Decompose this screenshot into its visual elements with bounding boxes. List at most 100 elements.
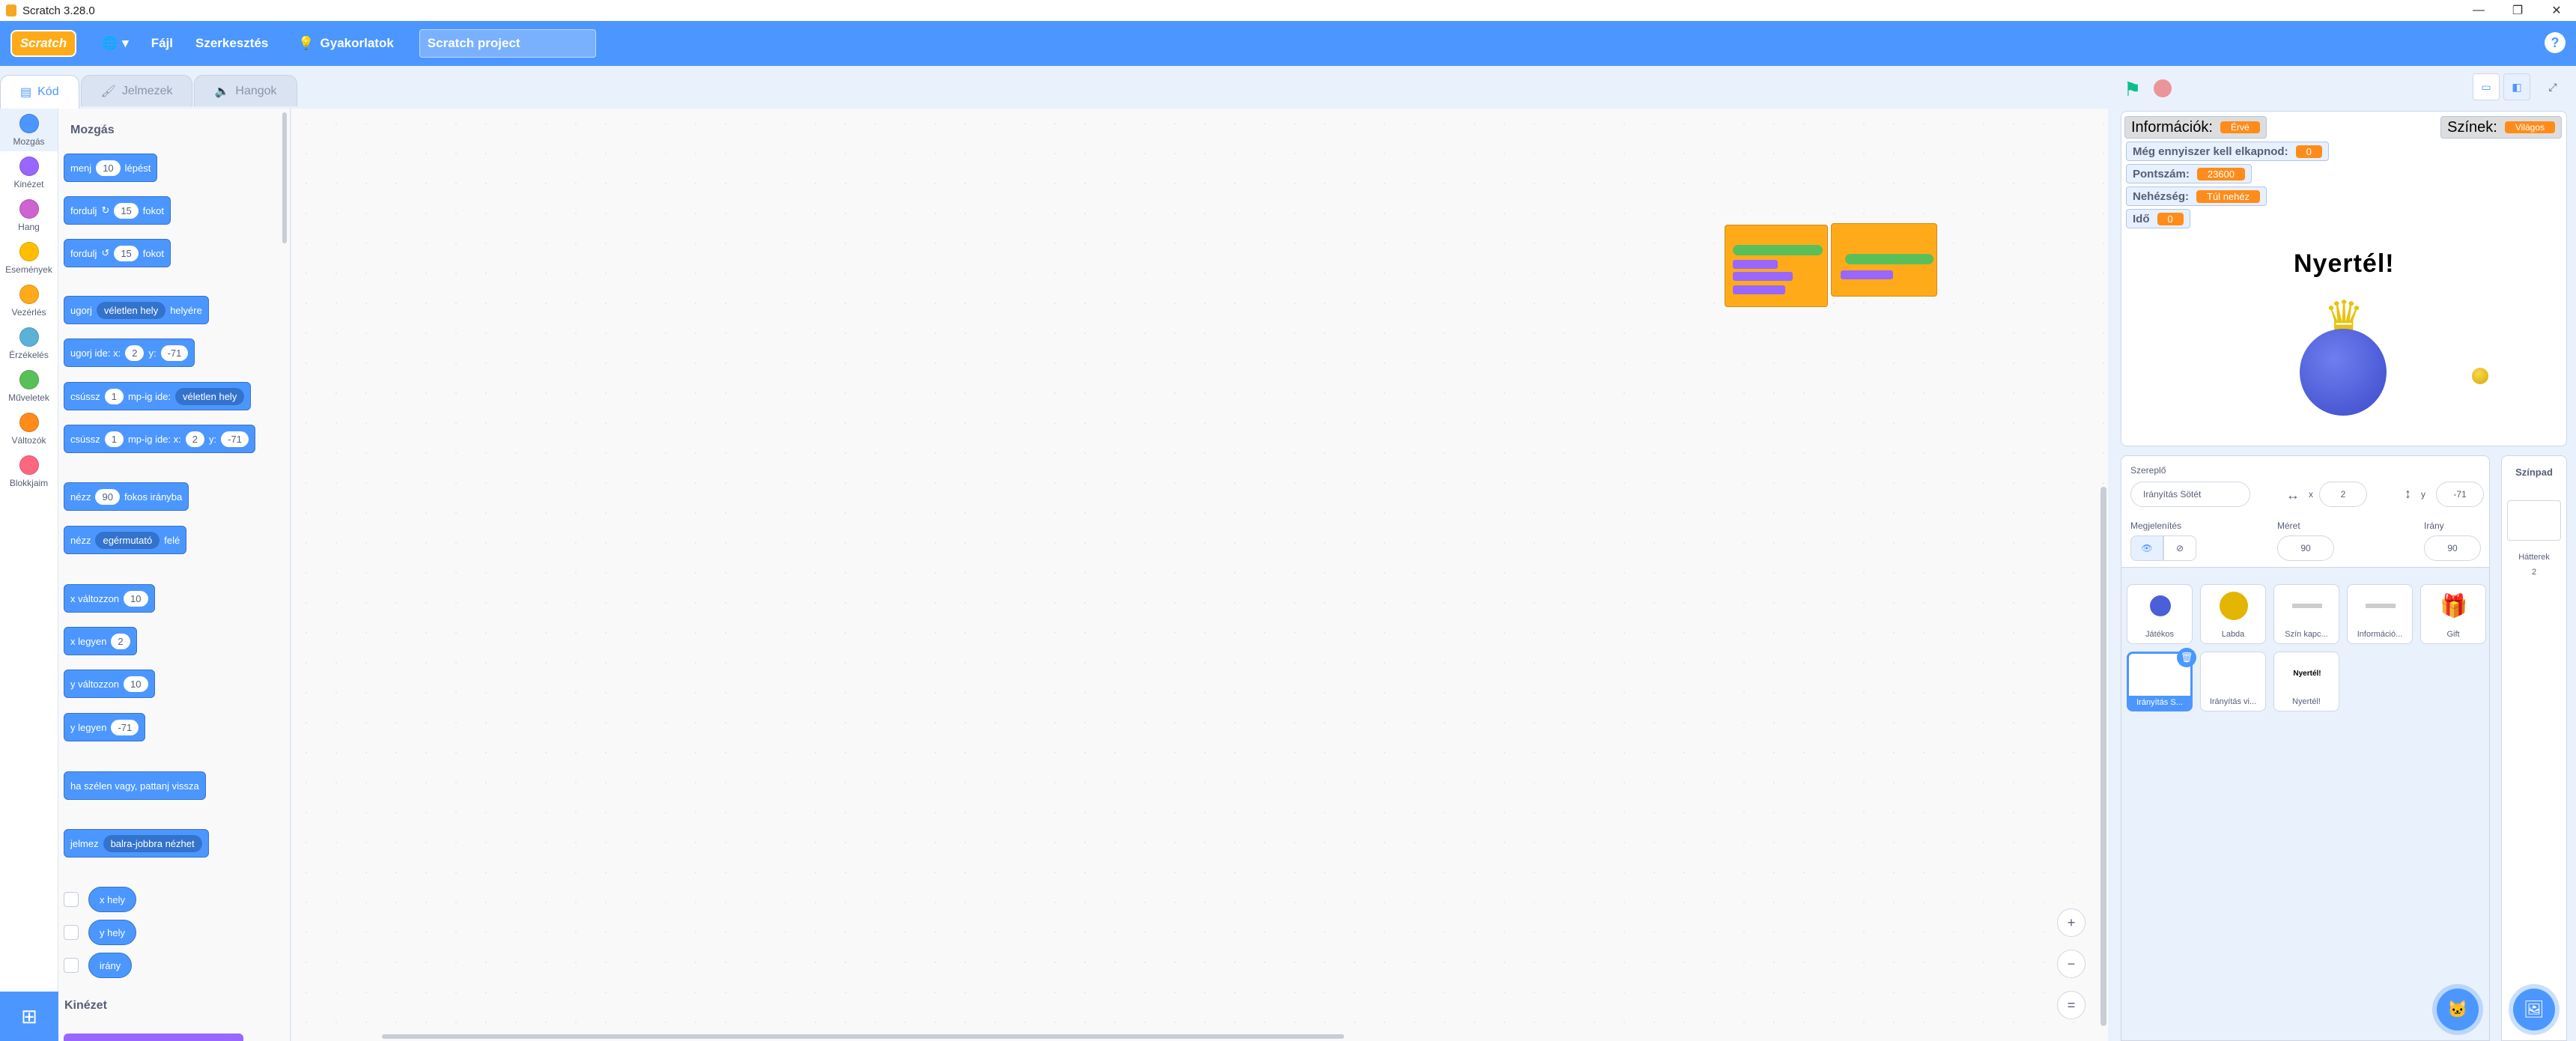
show-y-checkbox[interactable] [64, 925, 79, 940]
block-text: nézz [70, 534, 91, 546]
sprite-tile[interactable]: Labda [2200, 584, 2266, 644]
green-flag-icon[interactable]: ⚑ [2124, 78, 2141, 101]
category-sound[interactable]: Hang [0, 194, 58, 237]
block-input[interactable]: 2 [185, 431, 205, 447]
sprite-label: Szereplő [2130, 465, 2166, 476]
tab-code[interactable]: ▤ Kód [0, 75, 79, 109]
category-motion[interactable]: Mozgás [0, 109, 58, 151]
category-myblocks[interactable]: Blokkjaim [0, 450, 58, 493]
sprite-tile-selected[interactable]: 🗑 Irányítás S... [2127, 648, 2196, 711]
show-x-checkbox[interactable] [64, 892, 79, 907]
block-turn-right[interactable]: fordulj ↻ 15 fokot [64, 196, 171, 225]
block-input[interactable]: -71 [160, 345, 189, 361]
workspace-vertical-scrollbar[interactable] [2100, 487, 2106, 1026]
tab-costumes[interactable]: 🖌 Jelmezek [80, 75, 193, 106]
sprite-tile[interactable]: Szín kapc... [2273, 584, 2339, 644]
reporter-y-position[interactable]: y hely [88, 920, 136, 945]
workspace-horizontal-scrollbar[interactable] [382, 1034, 1344, 1039]
tab-sounds[interactable]: 🔈 Hangok [194, 75, 297, 106]
maximize-button[interactable]: ❐ [2498, 0, 2537, 21]
size-input[interactable]: 90 [2277, 535, 2334, 561]
sprite-tile[interactable]: Játékos [2127, 584, 2193, 644]
block-change-x[interactable]: x változzon 10 [64, 584, 155, 613]
small-stage-button[interactable]: ▭ [2473, 73, 2500, 100]
stage-selector[interactable]: Színpad Hátterek 2 [2501, 455, 2567, 1041]
block-dropdown[interactable]: egérmutató [95, 531, 160, 549]
edit-menu[interactable]: Szerkesztés [195, 36, 268, 51]
trash-icon[interactable]: 🗑 [2177, 648, 2196, 667]
category-looks[interactable]: Kinézet [0, 151, 58, 194]
block-goto[interactable]: ugorj véletlen hely helyére [64, 296, 209, 324]
language-menu[interactable]: 🌐 ▾ [102, 36, 129, 51]
stop-icon[interactable] [2154, 79, 2172, 97]
file-menu[interactable]: Fájl [151, 36, 173, 51]
show-hidden-button[interactable]: ⊘ [2163, 535, 2196, 561]
block-turn-left[interactable]: fordulj ↺ 15 fokot [64, 239, 171, 267]
block-input[interactable]: 15 [114, 202, 139, 219]
tutorials-menu[interactable]: 💡 Gyakorlatok [298, 36, 393, 51]
block-input[interactable]: 15 [114, 245, 139, 261]
block-input[interactable]: 1 [104, 431, 124, 447]
sprite-name-input[interactable]: Irányítás Sötét [2130, 482, 2250, 507]
scratch-logo[interactable]: Scratch [10, 30, 76, 57]
minimize-button[interactable]: — [2459, 0, 2498, 21]
zoom-out-button[interactable]: − [2057, 950, 2086, 978]
fullscreen-button[interactable]: ⤢ [2539, 73, 2566, 100]
block-dropdown[interactable]: véletlen hely [175, 387, 245, 405]
block-input[interactable]: 90 [95, 488, 120, 505]
large-stage-button[interactable]: ◧ [2503, 73, 2530, 100]
category-sensing[interactable]: Érzékelés [0, 322, 58, 365]
block-set-y[interactable]: y legyen -71 [64, 713, 146, 741]
script-stack-1[interactable] [1725, 225, 1828, 307]
sprite-tile[interactable]: Információ... [2347, 584, 2413, 644]
block-input[interactable]: -71 [111, 719, 139, 735]
block-input[interactable]: 10 [124, 676, 148, 692]
block-dropdown[interactable]: balra-jobbra nézhet [103, 834, 202, 852]
category-operators[interactable]: Műveletek [0, 365, 58, 407]
block-point-towards[interactable]: nézz egérmutató felé [64, 526, 187, 554]
block-input[interactable]: 1 [104, 388, 124, 404]
block-point[interactable]: nézz 90 fokos irányba [64, 482, 189, 511]
direction-input[interactable]: 90 [2424, 535, 2481, 561]
block-input[interactable]: 2 [111, 633, 130, 649]
sound-color-dot [19, 198, 39, 219]
script-stack-2[interactable] [1831, 223, 1937, 297]
palette-scrollbar[interactable] [282, 112, 287, 243]
reporter-direction[interactable]: irány [88, 953, 133, 978]
sprite-tile[interactable]: Nyertél! Nyertél! [2273, 652, 2339, 711]
add-backdrop-button[interactable]: 🖼 [2513, 989, 2555, 1031]
category-label: Mozgás [13, 136, 45, 147]
help-icon[interactable]: ? [2545, 32, 2566, 53]
block-input[interactable]: 10 [96, 160, 121, 176]
block-goto-xy[interactable]: ugorj ide: x: 2 y: -71 [64, 339, 195, 367]
add-sprite-button[interactable]: 🐱 [2437, 989, 2479, 1031]
sprite-tile[interactable]: Irányítás vi... [2200, 652, 2266, 711]
block-bounce[interactable]: ha szélen vagy, pattanj vissza [64, 771, 206, 800]
show-visible-button[interactable]: 👁 [2130, 535, 2163, 561]
close-button[interactable]: ✕ [2537, 0, 2576, 21]
category-events[interactable]: Események [0, 237, 58, 279]
block-input[interactable]: 2 [125, 345, 145, 361]
zoom-reset-button[interactable]: = [2057, 991, 2086, 1019]
looks-block-peek[interactable] [64, 1034, 243, 1041]
block-dropdown[interactable]: véletlen hely [96, 301, 166, 319]
add-extension-button[interactable]: ⊞ [0, 992, 58, 1041]
block-input[interactable]: -71 [221, 431, 249, 447]
show-direction-checkbox[interactable] [64, 958, 79, 973]
block-move[interactable]: menj 10 lépést [64, 154, 158, 182]
block-change-y[interactable]: y változzon 10 [64, 670, 155, 698]
category-control[interactable]: Vezérlés [0, 279, 58, 322]
sprite-tile[interactable]: 🎁 Gift [2420, 584, 2486, 644]
block-set-x[interactable]: x legyen 2 [64, 627, 137, 655]
category-variables[interactable]: Változók [0, 407, 58, 450]
block-input[interactable]: 10 [124, 590, 148, 607]
stage-canvas[interactable]: Információk: Érvé Színek: Világos Még enny… [2121, 111, 2567, 446]
x-input[interactable]: 2 [2319, 482, 2367, 507]
block-glide[interactable]: csússz 1 mp-ig ide: véletlen hely [64, 382, 252, 410]
project-title-input[interactable]: Scratch project [419, 29, 596, 58]
reporter-x-position[interactable]: x hely [88, 887, 136, 912]
y-input[interactable]: -71 [2436, 482, 2484, 507]
block-glide-xy[interactable]: csússz 1 mp-ig ide: x: 2 y: -71 [64, 425, 255, 453]
block-rotation-style[interactable]: jelmez balra-jobbra nézhet [64, 829, 209, 858]
zoom-in-button[interactable]: + [2057, 908, 2086, 937]
